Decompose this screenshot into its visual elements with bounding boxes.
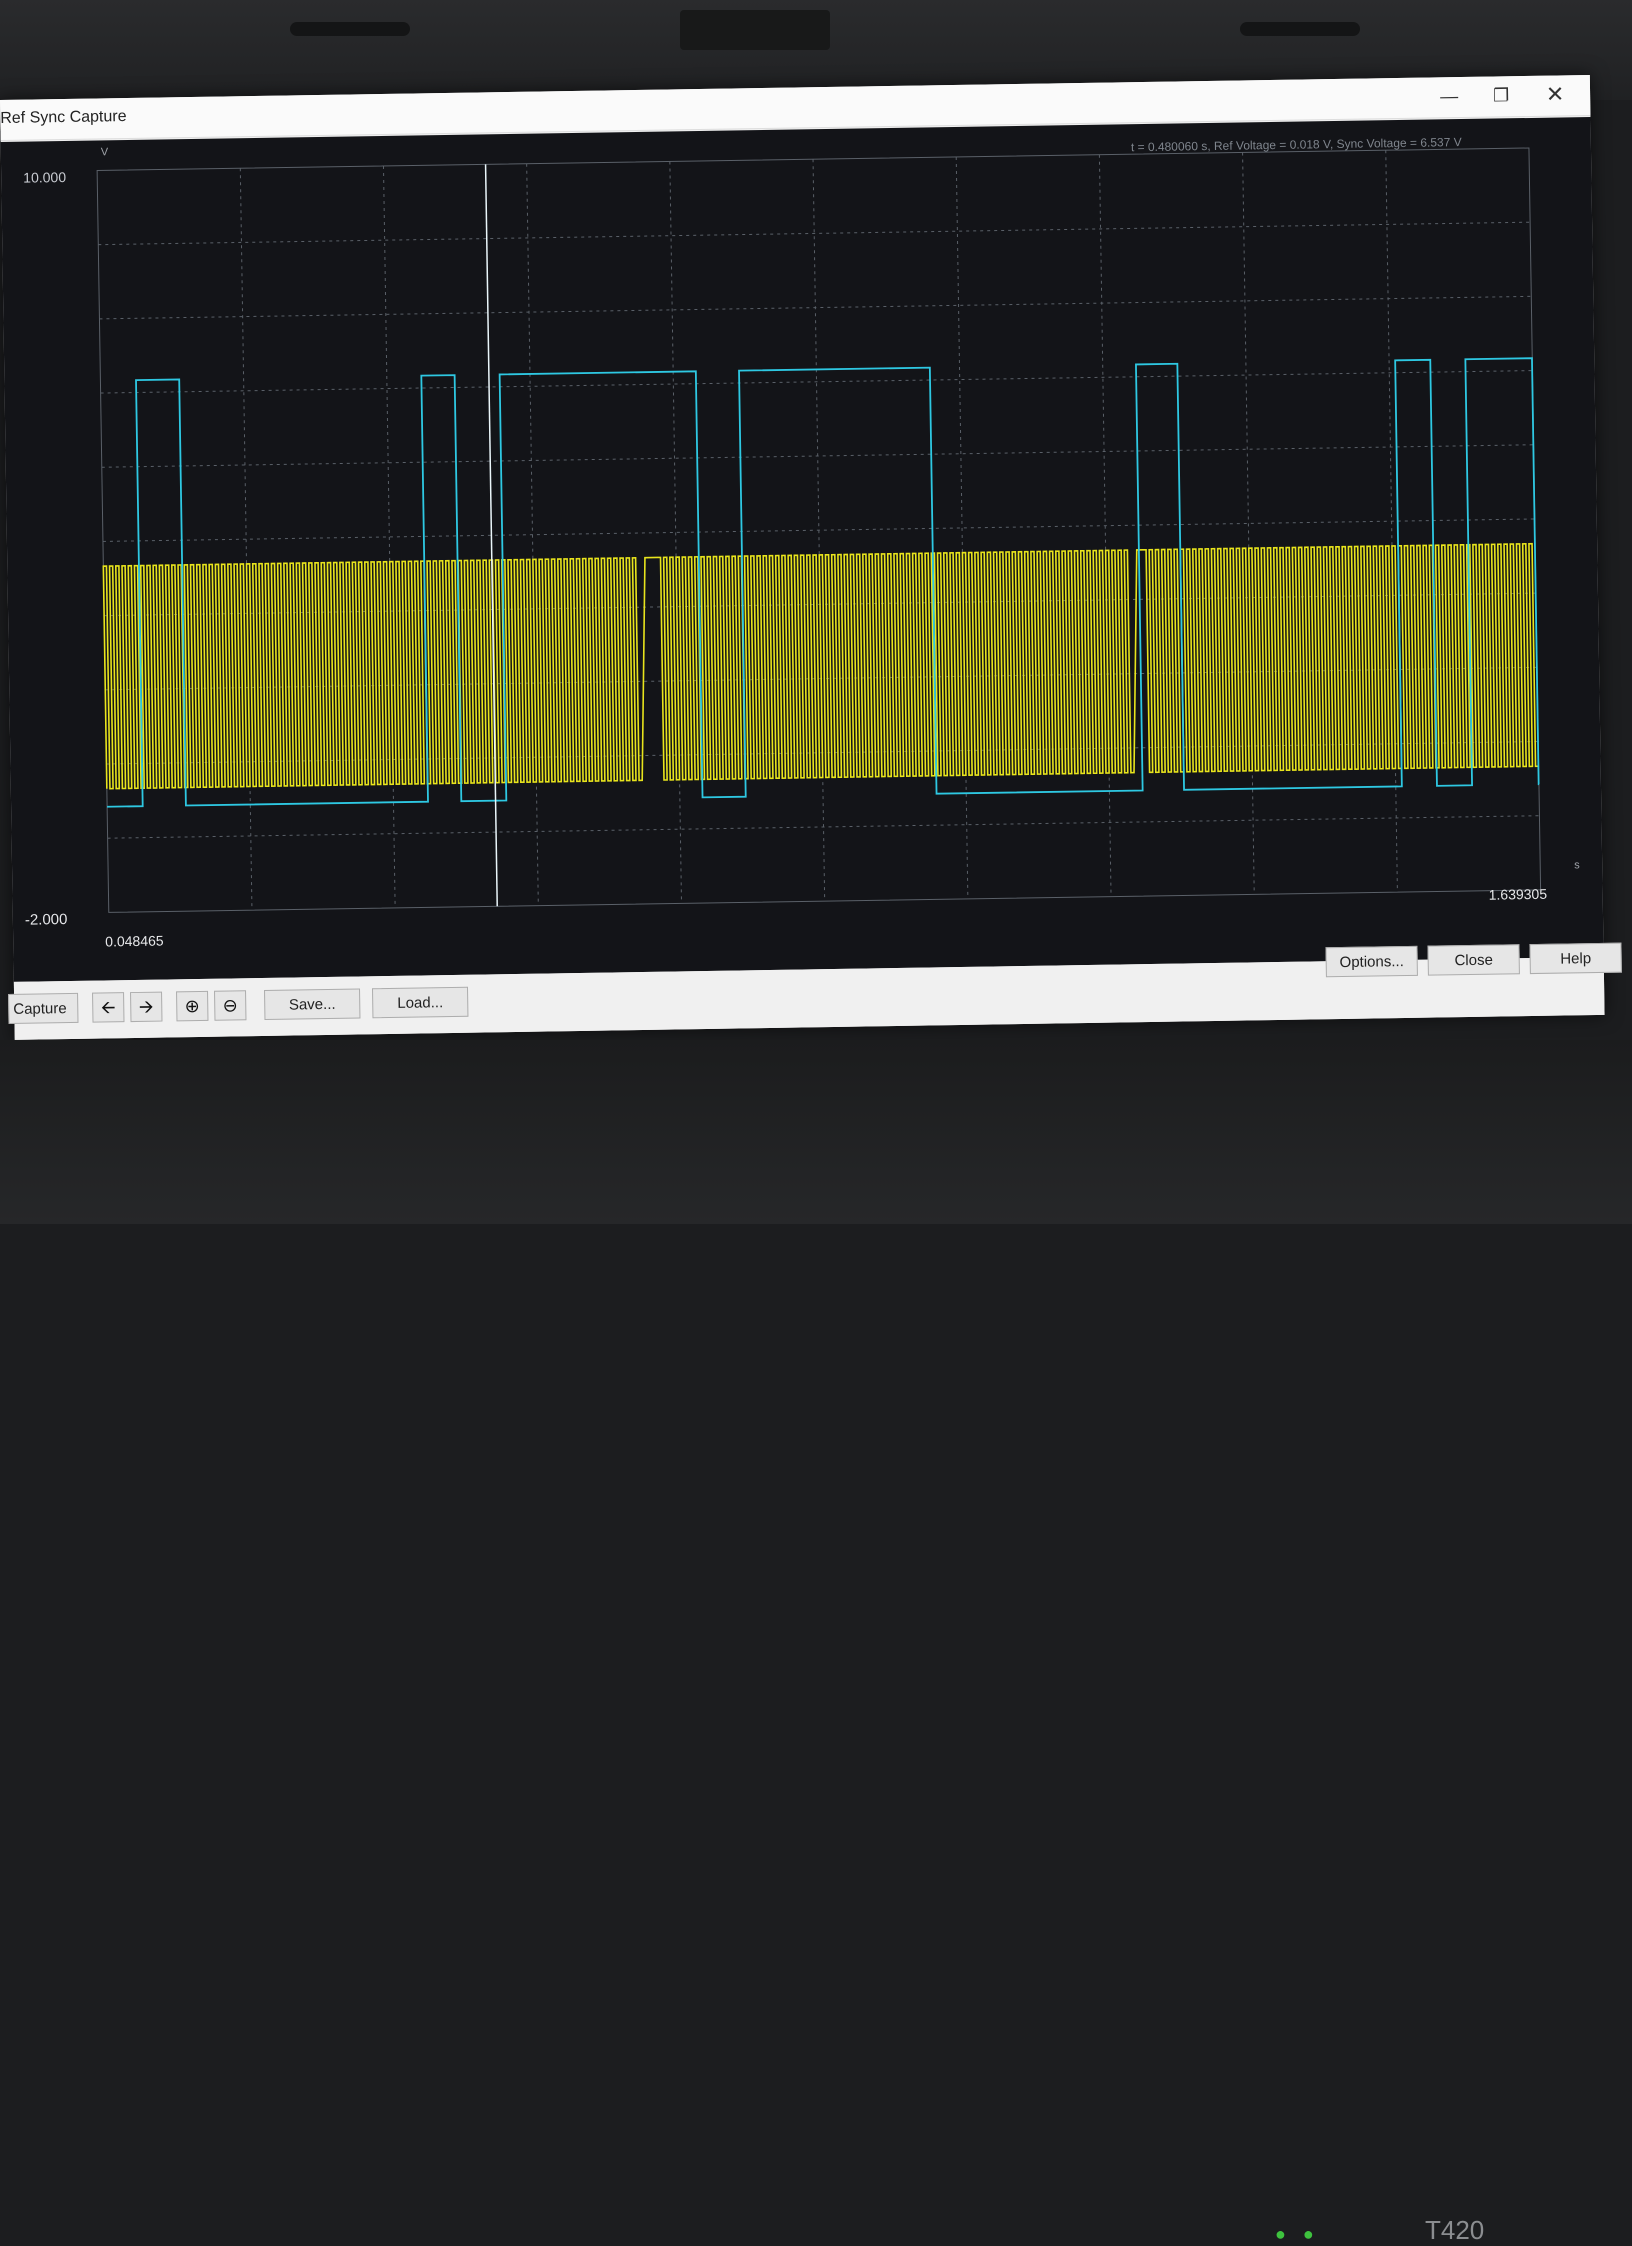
laptop-bezel-bottom: ● ● T420 (0, 1040, 1632, 2245)
speaker-grille (1240, 22, 1360, 36)
options-button[interactable]: Options... (1325, 945, 1418, 978)
close-button[interactable]: Close (1427, 944, 1520, 976)
status-led-icon: ● ● (1275, 2224, 1320, 2244)
load-button[interactable]: Load... (371, 986, 469, 1019)
laptop-model-label: T420 (1425, 2215, 1485, 2245)
webcam (680, 10, 830, 50)
close-icon[interactable]: ✕ (1538, 81, 1572, 108)
plot-grid (96, 147, 1542, 913)
y-max-label: 10.000 (23, 168, 67, 186)
y-unit-label: V (100, 146, 109, 159)
plot-area[interactable]: V 10.000 -2.000 0.048465 1.639305 s t = … (0, 117, 1604, 982)
arrow-left-icon[interactable]: 🡨 (92, 992, 125, 1023)
x-start-label: 0.048465 (105, 932, 164, 950)
window-title: Ref Sync Capture (0, 108, 127, 127)
grid-line-horizontal (98, 221, 1531, 246)
ref-voltage-line (102, 542, 1539, 790)
grid-line-horizontal (100, 370, 1533, 394)
help-button[interactable]: Help (1529, 942, 1622, 975)
x-unit-label: s (1574, 859, 1580, 872)
x-end-label: 1.639305 (1488, 885, 1548, 903)
waveform-chart[interactable] (1, 117, 1604, 982)
zoom-out-icon[interactable]: ⊖ (214, 990, 247, 1021)
app-window: Ref Sync Capture — ❐ ✕ V 10.000 -2.000 0… (0, 75, 1622, 1040)
capture-button[interactable]: Capture (8, 992, 79, 1024)
minimize-icon[interactable]: — (1432, 83, 1466, 110)
zoom-in-icon[interactable]: ⊕ (176, 990, 209, 1022)
ref-voltage-series (102, 542, 1539, 790)
y-min-label: -2.000 (24, 911, 68, 929)
restore-icon[interactable]: ❐ (1484, 82, 1518, 109)
arrow-right-icon[interactable]: 🡪 (130, 991, 163, 1023)
speaker-grille (290, 22, 410, 36)
save-button[interactable]: Save... (264, 988, 361, 1020)
